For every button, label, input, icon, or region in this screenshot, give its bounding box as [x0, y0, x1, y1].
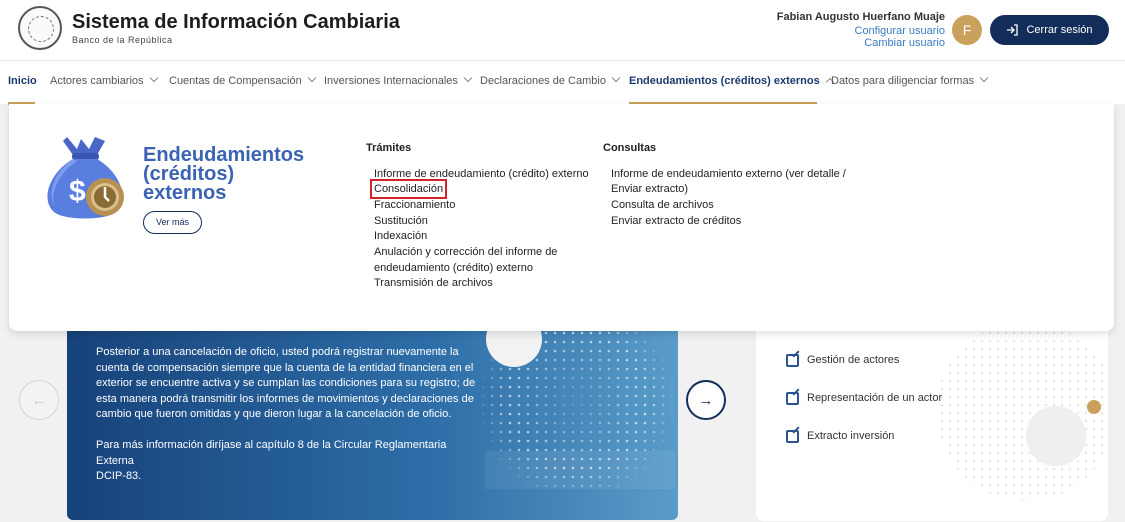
nav-item-endeudamientos[interactable]: Endeudamientos (créditos) externos — [629, 75, 834, 87]
banner-paragraph-2: Para más información diríjase al capítul… — [96, 438, 476, 485]
banner-line: Posterior a una cancelación de oficio, u… — [96, 346, 459, 358]
mega-title-line: externos — [143, 182, 227, 204]
nav-item-label: Endeudamientos (créditos) externos — [629, 75, 820, 87]
nav-item-label: Inicio — [8, 75, 37, 87]
carousel-prev-button[interactable]: ← — [19, 380, 59, 420]
banner-line: DCIP-83. — [96, 470, 142, 482]
nav-item-label: Cuentas de Compensación — [169, 75, 302, 87]
tramite-anulacion-link-line2[interactable]: endeudamiento (crédito) externo — [374, 262, 533, 274]
app-title: Sistema de Información Cambiaria — [72, 11, 400, 33]
extracto-inversion-link[interactable]: Extracto inversión — [807, 430, 894, 442]
consulta-informe-link-line2[interactable]: Enviar extracto) — [611, 183, 688, 195]
consulta-informe-link[interactable]: Informe de endeudamiento externo (ver de… — [611, 168, 846, 180]
logout-label: Cerrar sesión — [1026, 24, 1093, 36]
representacion-actor-link[interactable]: Representación de un actor — [807, 392, 942, 404]
arrow-right-icon: → — [698, 391, 714, 409]
app-subtitle: Banco de la República — [72, 35, 173, 45]
tramite-indexacion-link[interactable]: Indexación — [374, 230, 427, 242]
consulta-archivos-link[interactable]: Consulta de archivos — [611, 199, 714, 211]
tramite-anulacion-link[interactable]: Anulación y corrección del informe de — [374, 246, 557, 258]
arrow-left-icon: ← — [31, 391, 47, 409]
banner-line: esta manera podrá transmitir los informe… — [96, 392, 474, 405]
tramite-fraccionamiento-link[interactable]: Fraccionamiento — [374, 199, 455, 211]
chevron-down-icon — [611, 73, 621, 83]
change-user-link[interactable]: Cambiar usuario — [864, 37, 945, 49]
tramites-heading: Trámites — [366, 142, 412, 154]
logout-button[interactable]: Cerrar sesión — [990, 15, 1109, 45]
nav-item-inversiones[interactable]: Inversiones Internacionales — [324, 73, 473, 87]
nav-item-label: Inversiones Internacionales — [324, 75, 458, 87]
info-banner: Posterior a una cancelación de oficio, u… — [67, 331, 678, 520]
tramite-sustitucion-link[interactable]: Sustitución — [374, 215, 428, 227]
consultas-heading: Consultas — [603, 142, 657, 154]
nav-item-label: Datos para diligenciar formas — [831, 75, 975, 87]
tramite-consolidacion-link[interactable]: Consolidación — [369, 179, 448, 199]
chevron-down-icon — [307, 73, 316, 83]
nav-item-datos[interactable]: Datos para diligenciar formas — [831, 73, 989, 87]
chevron-down-icon — [979, 73, 989, 83]
banner-line: cambio que fueron omitidas y que dieron … — [96, 408, 452, 420]
endeudamientos-mega-menu: $ Endeudamientos (créditos) externos Ver… — [9, 104, 1114, 331]
carousel-next-button[interactable]: → — [686, 380, 726, 420]
banner-line: exterior se encuentre activa y se cumpla… — [96, 377, 476, 389]
tramite-transmision-link[interactable]: Transmisión de archivos — [374, 277, 493, 289]
tramite-informe-link[interactable]: Informe de endeudamiento (crédito) exter… — [374, 168, 589, 180]
banco-republica-seal-icon[interactable] — [18, 6, 62, 50]
app-header: Sistema de Información Cambiaria Banco d… — [0, 0, 1125, 60]
ver-mas-button[interactable]: Ver más — [143, 211, 202, 234]
configure-user-link[interactable]: Configurar usuario — [855, 25, 946, 37]
consulta-extracto-link[interactable]: Enviar extracto de créditos — [611, 215, 741, 227]
banner-line: cuenta de compensación siempre que la cu… — [96, 361, 474, 374]
logout-icon — [1007, 24, 1019, 36]
gestion-actores-link[interactable]: Gestión de actores — [807, 354, 899, 366]
nav-item-label: Actores cambiarios — [50, 75, 144, 87]
main-nav: Inicio Actores cambiarios Cuentas de Com… — [0, 60, 1125, 105]
banner-paragraph-1: Posterior a una cancelación de oficio, u… — [96, 345, 476, 423]
chevron-down-icon — [463, 73, 473, 83]
svg-text:$: $ — [69, 175, 86, 208]
nav-item-actores[interactable]: Actores cambiarios — [50, 73, 158, 87]
nav-item-cuentas[interactable]: Cuentas de Compensación — [169, 73, 316, 87]
nav-item-label: Declaraciones de Cambio — [480, 75, 606, 87]
edit-icon — [786, 354, 799, 367]
edit-icon — [786, 392, 799, 405]
quick-links-card: Gestión de actores Representación de un … — [756, 331, 1108, 521]
mega-menu-title: Endeudamientos (créditos) externos — [143, 145, 323, 204]
user-name: Fabian Augusto Huerfano Muaje — [776, 11, 945, 23]
banner-line: Para más información diríjase al capítul… — [96, 439, 447, 467]
money-bag-icon: $ — [47, 137, 124, 219]
nav-item-declaraciones[interactable]: Declaraciones de Cambio — [480, 73, 621, 87]
nav-item-inicio[interactable]: Inicio — [8, 75, 37, 87]
chevron-down-icon — [149, 73, 158, 83]
avatar[interactable]: F — [952, 15, 982, 45]
edit-icon — [786, 430, 799, 443]
